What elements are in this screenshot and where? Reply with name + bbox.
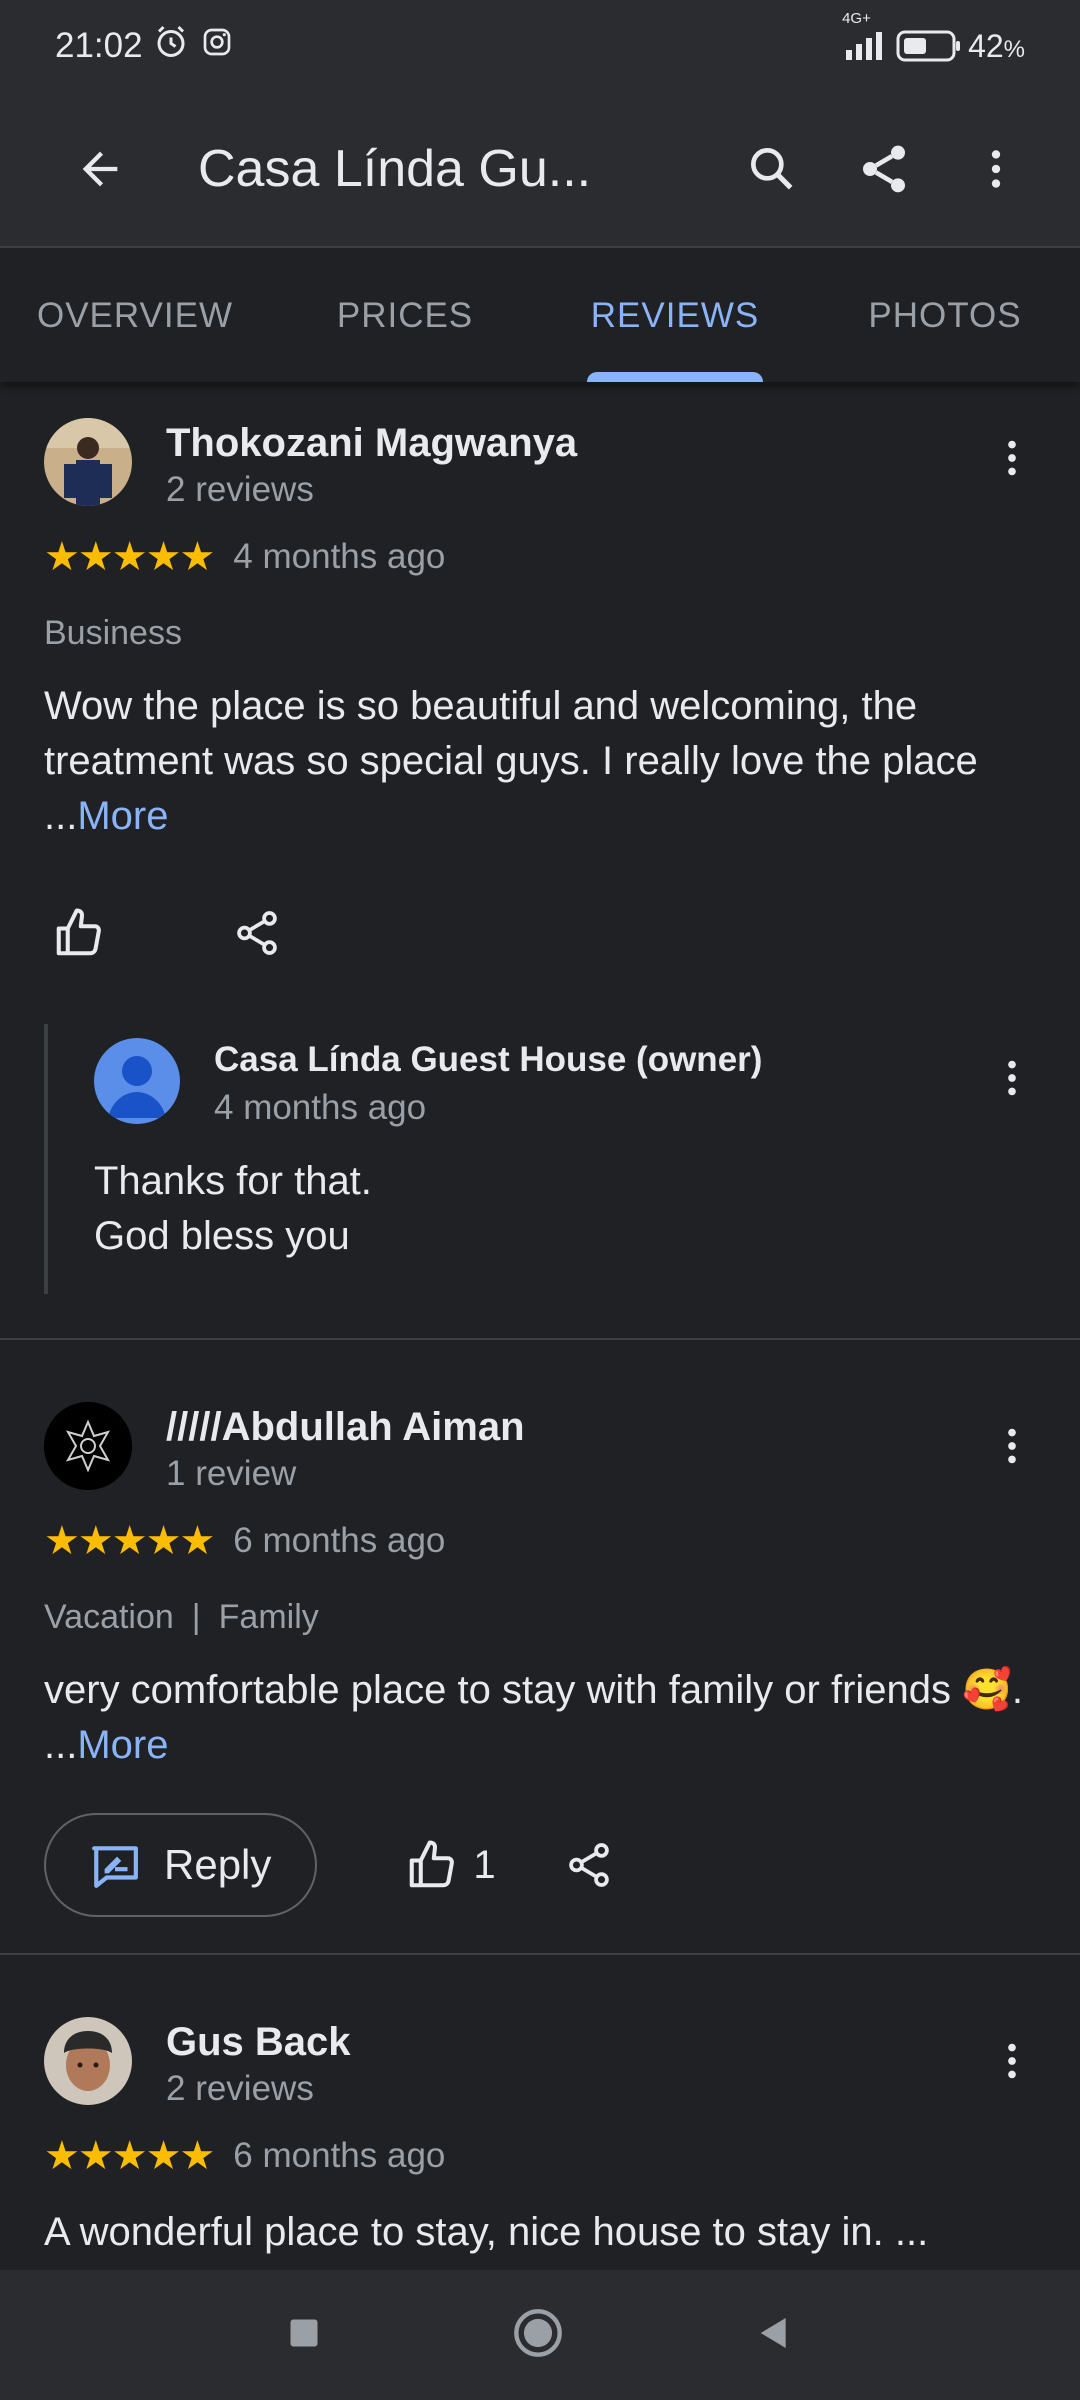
review-count: 2 reviews: [166, 470, 314, 509]
thumbs-up-icon: [56, 908, 101, 956]
back-button[interactable]: [52, 121, 148, 217]
tab-photos[interactable]: PHOTOS: [810, 250, 1080, 382]
review-body: Wow the place is so beautiful and welcom…: [44, 684, 978, 838]
alarm-icon: [153, 24, 189, 69]
more-options-button[interactable]: [940, 113, 1052, 225]
network-type: 4G+: [842, 10, 871, 27]
reviewer-name[interactable]: Gus Back: [166, 2017, 351, 2067]
review-more-button[interactable]: [972, 418, 1052, 498]
review-card: /////Abdullah Aiman 1 review ★★★★★ 6 mon…: [0, 1340, 1080, 1953]
battery-percent: 42: [968, 27, 1004, 64]
thumbs-up-icon: [410, 1840, 455, 1888]
circle-home-icon: [514, 2308, 562, 2357]
owner-reply: Casa Línda Guest House (owner) 4 months …: [44, 1024, 1036, 1294]
home-button[interactable]: [512, 2307, 564, 2364]
status-bar: 21:02 4G+ 42%: [0, 0, 1080, 92]
back-nav-button[interactable]: [754, 2313, 794, 2358]
reply-button[interactable]: Reply: [44, 1813, 318, 1917]
star-rating: ★★★★★: [44, 2134, 215, 2178]
share-icon: [568, 1843, 609, 1887]
tab-prices[interactable]: PRICES: [270, 250, 540, 382]
avatar[interactable]: [44, 2017, 132, 2105]
star-rating: ★★★★★: [44, 535, 215, 579]
system-nav-bar: [0, 2270, 1080, 2400]
reply-edit-icon: [92, 1846, 138, 1888]
more-vert-icon: [1008, 2043, 1016, 2079]
review-date: 6 months ago: [233, 1521, 446, 1560]
review-text: A wonderful place to stay, nice house to…: [44, 2210, 929, 2254]
recents-button[interactable]: [286, 2315, 322, 2356]
review-tag: Business: [44, 614, 182, 652]
review-more-button[interactable]: [972, 1406, 1052, 1486]
like-button[interactable]: [397, 1830, 467, 1900]
review-date: 6 months ago: [233, 2136, 446, 2175]
triangle-back-icon: [760, 2317, 786, 2348]
review-tag: Family: [218, 1598, 319, 1636]
instagram-icon: [201, 26, 233, 67]
like-count: 1: [473, 1842, 496, 1887]
battery-icon: 42%: [896, 28, 1025, 65]
square-icon: [290, 2319, 318, 2346]
review-card: Gus Back 2 reviews ★★★★★ 6 months ago A …: [0, 1955, 1080, 2260]
owner-reply-more-button[interactable]: [972, 1038, 1052, 1118]
reply-label: Reply: [164, 1841, 272, 1888]
more-vert-icon: [1008, 1060, 1016, 1096]
page-title: Casa Línda Gu...: [198, 140, 592, 198]
review-tags: Vacation | Family: [44, 1598, 1036, 1637]
search-icon: [751, 148, 793, 190]
share-button[interactable]: [828, 113, 940, 225]
tag-separator: |: [191, 1598, 201, 1636]
search-button[interactable]: [716, 113, 828, 225]
owner-reply-text: Thanks for that. God bless you: [94, 1159, 372, 1258]
more-link[interactable]: More: [77, 1723, 168, 1767]
review-count: 2 reviews: [166, 2069, 314, 2108]
tab-reviews[interactable]: REVIEWS: [540, 250, 810, 382]
review-tag: Vacation: [44, 1598, 174, 1636]
more-vert-icon: [1008, 1428, 1016, 1464]
more-link[interactable]: More: [77, 794, 168, 838]
review-text: Wow the place is so beautiful and welcom…: [44, 679, 1036, 844]
owner-reply-date: 4 months ago: [214, 1088, 427, 1127]
review-tags: Business: [44, 614, 1036, 653]
share-review-button[interactable]: [222, 898, 292, 968]
status-time: 21:02: [55, 26, 143, 65]
reviews-list: Thokozani Magwanya 2 reviews ★★★★★ 4 mon…: [0, 382, 1080, 2270]
star-rating: ★★★★★: [44, 1519, 215, 1563]
tab-bar: OVERVIEW PRICES REVIEWS PHOTOS: [0, 250, 1080, 382]
like-button[interactable]: [44, 898, 114, 968]
app-bar: Casa Línda Gu...: [0, 92, 1080, 248]
review-text: very comfortable place to stay with fami…: [44, 1663, 1036, 1773]
signal-icon: 4G+: [842, 10, 883, 60]
owner-name: Casa Línda Guest House (owner): [214, 1040, 763, 1079]
review-date: 4 months ago: [233, 537, 446, 576]
reviewer-name[interactable]: Thokozani Magwanya: [166, 418, 577, 468]
review-card: Thokozani Magwanya 2 reviews ★★★★★ 4 mon…: [0, 382, 1080, 1338]
avatar[interactable]: [44, 418, 132, 506]
reviewer-name[interactable]: /////Abdullah Aiman: [166, 1402, 525, 1452]
owner-avatar: [94, 1038, 180, 1124]
avatar[interactable]: [44, 1402, 132, 1490]
tab-overview[interactable]: OVERVIEW: [0, 250, 270, 382]
review-count: 1 review: [166, 1454, 297, 1493]
review-more-button[interactable]: [972, 2021, 1052, 2101]
battery-unit: %: [1003, 35, 1025, 63]
review-body: very comfortable place to stay with fami…: [44, 1668, 1024, 1767]
share-review-button[interactable]: [554, 1830, 624, 1900]
more-vert-icon: [991, 150, 1001, 188]
share-icon: [237, 911, 277, 955]
back-arrow-icon: [82, 151, 118, 187]
more-vert-icon: [1008, 440, 1016, 476]
share-icon: [863, 145, 905, 193]
